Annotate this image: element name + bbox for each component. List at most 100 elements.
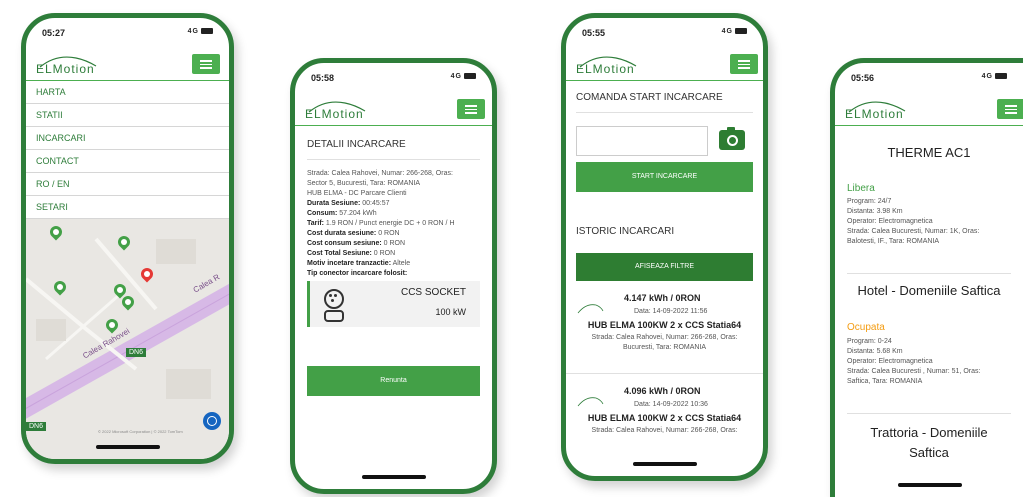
menu-line-icon (738, 63, 750, 65)
detail-value: 1.9 RON / Punct energie DC + 0 RON / H (323, 220, 455, 227)
status-icons: 4G (982, 73, 1007, 80)
detail-label: Motiv incetare tranzactie: (307, 260, 392, 267)
connector-card[interactable]: CCS SOCKET 100 kW (307, 281, 480, 327)
history-kwh: 4.096 kWh / 0RON (624, 386, 701, 396)
detail-row: Durata Sesiune: 00:45:57 (307, 199, 486, 209)
menu-line-icon (738, 60, 750, 62)
station-detail-line: Saftica, Tara: ROMANIA (847, 378, 923, 385)
logo-text: ELMotion (36, 62, 95, 76)
home-indicator (95, 445, 160, 449)
nav-item-setari[interactable]: SETARI (26, 196, 229, 219)
station-detail-line: Operator: Electromagnetica (847, 218, 933, 225)
station-detail-line: Strada: Calea Bucuresti , Numar: 51, Ora… (847, 368, 981, 375)
menu-line-icon (738, 67, 750, 69)
history-kwh: 4.147 kWh / 0RON (624, 293, 701, 303)
road-badge-dn6: DN6 (126, 348, 147, 357)
signal-label: 4G (187, 28, 199, 35)
status-bar: 05:58 4G (311, 73, 476, 85)
hamburger-menu-button[interactable] (997, 99, 1023, 119)
connector-name: CCS SOCKET (400, 287, 466, 298)
detail-row: Cost durata sesiune: 0 RON (307, 229, 486, 239)
nav-item-incarcari[interactable]: INCARCARI (26, 127, 229, 150)
detail-row: Tip conector incarcare folosit: (307, 269, 486, 279)
signal-label: 4G (450, 73, 462, 80)
title-divider (576, 112, 753, 113)
crosshair-icon[interactable] (203, 412, 221, 430)
phone-start-charging: 05:55 4G ELMotion COMANDA START INCARCAR… (561, 13, 768, 481)
logo-text: ELMotion (845, 107, 904, 121)
station-detail-line: Operator: Electromagnetica (847, 358, 933, 365)
history-address-line: Strada: Calea Rahovei, Numar: 266-268, O… (591, 427, 738, 434)
app-logo: ELMotion (305, 99, 375, 121)
charge-details-list: Durata Sesiune: 00:45:57 Consum: 57.204 … (307, 199, 486, 279)
status-time: 05:27 (42, 28, 66, 38)
station-divider (847, 273, 1011, 274)
station-detail-line: Distanta: 3.98 Km (847, 208, 903, 215)
nav-item-harta[interactable]: HARTA (26, 81, 229, 104)
nav-item-language[interactable]: RO / EN (26, 173, 229, 196)
title-divider (307, 159, 480, 160)
detail-row: Cost Total Sesiune: 0 RON (307, 249, 486, 259)
charge-code-input[interactable] (576, 126, 708, 156)
detail-row: Consum: 57.204 kWh (307, 209, 486, 219)
battery-icon (464, 73, 476, 80)
station-detail-line: Strada: Calea Bucuresti, Numar: 1K, Oras… (847, 228, 980, 235)
map-attribution: © 2022 Microsoft Corporation | © 2022 To… (98, 429, 183, 434)
start-charging-button[interactable]: START INCARCARE (576, 162, 753, 192)
station-address: Strada: Calea Rahovei, Numar: 266-268, O… (307, 169, 484, 199)
camera-icon[interactable] (719, 127, 745, 150)
elmotion-logo-icon (577, 397, 604, 407)
station-name-cont: Saftica (909, 445, 949, 460)
phone-stations-list: 05:56 4G ELMotion THERME AC1 Libera Prog… (830, 58, 1023, 497)
menu-line-icon (1005, 105, 1017, 107)
detail-label: Cost consum sesiune: (307, 240, 382, 247)
station-status-busy: Ocupata (847, 322, 885, 333)
start-section-title: COMANDA START INCARCARE (576, 92, 723, 103)
header-divider (566, 80, 763, 81)
menu-line-icon (1005, 112, 1017, 114)
history-hub: HUB ELMA 100KW 2 x CCS Statia64 (587, 320, 742, 330)
menu-line-icon (465, 112, 477, 114)
station-name: Hotel - Domeniile Saftica (857, 283, 1001, 298)
app-logo: ELMotion (845, 99, 915, 121)
logo-text: ELMotion (305, 107, 364, 121)
station-card[interactable]: Trattoria - Domeniile Saftica (835, 421, 1023, 481)
hamburger-menu-button[interactable] (192, 54, 220, 74)
home-indicator (361, 475, 426, 479)
status-bar: 05:27 4G (42, 28, 213, 40)
charge-history-item[interactable]: 4.147 kWh / 0RON Data: 14-09-2022 11:56 … (576, 291, 753, 371)
hamburger-menu-button[interactable] (457, 99, 485, 119)
status-icons: 4G (188, 28, 213, 35)
cancel-button[interactable]: Renunta (307, 366, 480, 396)
station-details: Program: 0-24 Distanta: 5.68 Km Operator… (847, 337, 1013, 387)
station-name: THERME AC1 (887, 145, 971, 160)
detail-value: 0 RON (371, 250, 396, 257)
road-badge-dn6-corner: DN6 (26, 422, 47, 431)
address-line: HUB ELMA - DC Parcare Clienti (307, 190, 407, 197)
menu-line-icon (465, 108, 477, 110)
detail-value: 00:45:57 (360, 200, 390, 207)
detail-label: Durata Sesiune: (307, 200, 361, 207)
hamburger-menu-button[interactable] (730, 54, 758, 74)
nav-item-contact[interactable]: CONTACT (26, 150, 229, 173)
status-time: 05:55 (582, 28, 606, 38)
map-roads (26, 237, 229, 419)
charge-history-item[interactable]: 4.096 kWh / 0RON Data: 14-09-2022 10:36 … (576, 384, 753, 454)
station-detail-line: Program: 0-24 (847, 338, 892, 345)
station-card[interactable]: Hotel - Domeniile Saftica Ocupata Progra… (835, 275, 1023, 415)
status-icons: 4G (722, 28, 747, 35)
signal-label: 4G (721, 28, 733, 35)
elmotion-logo-icon (577, 304, 604, 314)
phone-charge-details: 05:58 4G ELMotion DETALII INCARCARE Stra… (290, 58, 497, 494)
show-filters-button[interactable]: AFISEAZA FILTRE (576, 253, 753, 281)
history-divider (566, 373, 763, 374)
nav-item-statii[interactable]: STATII (26, 104, 229, 127)
station-card[interactable]: THERME AC1 Libera Program: 24/7 Distanta… (835, 133, 1023, 283)
battery-icon (201, 28, 213, 35)
detail-row: Tarif: 1.9 RON / Punct energie DC + 0 RO… (307, 219, 486, 229)
home-indicator (632, 462, 697, 466)
status-icons: 4G (451, 73, 476, 80)
history-hub: HUB ELMA 100KW 2 x CCS Statia64 (587, 413, 742, 423)
menu-line-icon (465, 105, 477, 107)
map-view[interactable]: Calea Rahovei Calea R DN6 DN6 © 2022 Mic… (26, 219, 229, 459)
